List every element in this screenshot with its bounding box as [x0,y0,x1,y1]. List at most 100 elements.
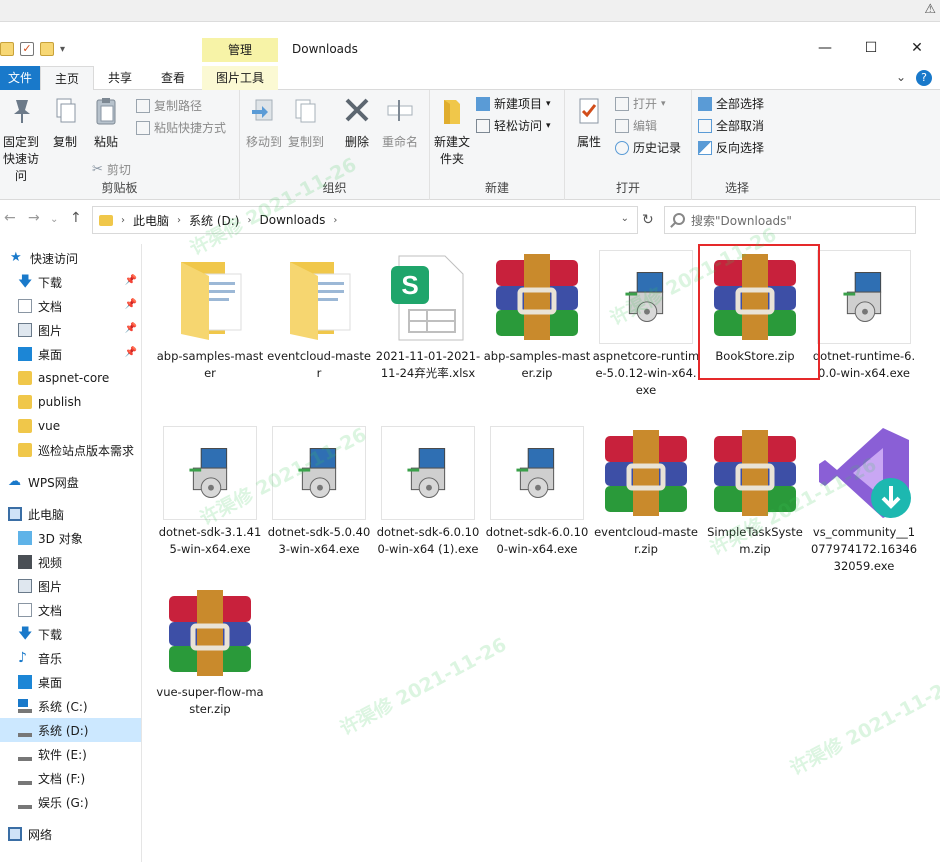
drive-icon [18,771,32,785]
copy-to-button[interactable]: 复制到 [288,96,324,151]
properties-button[interactable]: 属性 [571,96,607,151]
tab-view[interactable]: 查看 [146,66,200,90]
file-item[interactable]: S 2021-11-01-2021-11-24弃光率.xlsx [374,248,482,400]
tab-share[interactable]: 共享 [96,66,144,90]
breadcrumb-downloads[interactable]: Downloads [259,213,325,227]
file-item[interactable]: dotnet-sdk-3.1.415-win-x64.exe [156,424,264,576]
edit-button[interactable]: 编辑 [615,116,657,136]
history-icon [615,141,629,155]
nav-item-videos[interactable]: 视频 [0,550,141,574]
nav-item-downloads-pc[interactable]: 🡇 下载 [0,622,141,646]
customize-quick-access-icon[interactable]: ▾ [60,44,65,55]
installer-icon [843,272,882,322]
paste-button[interactable]: 粘贴 [88,96,124,151]
nav-item-drive-f[interactable]: 文档 (F:) [0,766,141,790]
file-item[interactable]: aspnetcore-runtime-5.0.12-win-x64.exe [592,248,700,400]
maximize-icon[interactable]: ☐ [848,34,894,62]
new-item-icon [476,97,490,111]
recent-locations-icon[interactable]: ⌄ [50,214,58,225]
forward-arrow-icon[interactable]: → [28,210,40,226]
minimize-icon[interactable]: — [802,34,848,62]
open-button[interactable]: 打开 ▾ [615,94,666,114]
pictures-icon [18,579,32,593]
folder-icon [18,395,32,409]
nav-item-3d[interactable]: 3D 对象 [0,526,141,550]
breadcrumb-separator-icon[interactable]: › [177,215,181,226]
tab-home[interactable]: 主页 [40,66,94,91]
file-item[interactable]: vue-super-flow-master.zip [156,584,264,736]
collapse-ribbon-icon[interactable]: ⌄ [896,70,906,86]
nav-item-label: vue [38,419,61,433]
breadcrumb-separator-icon[interactable]: › [121,215,125,226]
nav-network[interactable]: 网络 [0,822,141,846]
file-item[interactable]: eventcloud-master.zip [592,424,700,576]
nav-item-pictures[interactable]: 图片 📌 [0,318,141,342]
nav-quick-access[interactable]: ★ 快速访问 [0,246,141,270]
breadcrumb-this-pc[interactable]: 此电脑 [133,212,169,229]
nav-item-drive-d[interactable]: 系统 (D:) [0,718,141,742]
nav-item-desktop-pc[interactable]: 桌面 [0,670,141,694]
move-to-button[interactable]: 移动到 [246,96,282,151]
refresh-icon[interactable]: ↻ [642,212,654,228]
cut-button[interactable]: ✂ 剪切 [92,160,131,180]
tab-file[interactable]: 文件 [0,66,40,90]
up-arrow-icon[interactable]: ↑ [70,210,82,226]
paste-shortcut-button[interactable]: 粘贴快捷方式 [136,118,226,138]
winrar-icon [714,430,796,516]
file-item[interactable]: dotnet-sdk-5.0.403-win-x64.exe [265,424,373,576]
file-item[interactable]: dotnet-runtime-6.0.0-win-x64.exe [810,248,918,400]
properties-quick-icon[interactable]: ✓ [20,42,34,56]
rename-button[interactable]: 重命名 [378,96,422,151]
nav-item-publish[interactable]: publish [0,390,141,414]
file-item[interactable]: eventcloud-master [265,248,373,400]
nav-item-inspection[interactable]: 巡检站点版本需求 [0,438,141,462]
nav-item-desktop[interactable]: 桌面 📌 [0,342,141,366]
file-name: eventcloud-master.zip [594,525,698,556]
nav-item-aspnet-core[interactable]: aspnet-core [0,366,141,390]
context-tab-manage[interactable]: 管理 [202,38,278,62]
file-item[interactable]: abp-samples-master [156,248,264,400]
file-item[interactable]: abp-samples-master.zip [483,248,591,400]
nav-item-downloads[interactable]: 🡇 下载 📌 [0,270,141,294]
nav-this-pc[interactable]: 此电脑 [0,502,141,526]
address-dropdown-icon[interactable]: ⌄ [621,213,629,224]
nav-item-drive-c[interactable]: 系统 (C:) [0,694,141,718]
easy-access-button[interactable]: 轻松访问 ▾ [476,116,551,136]
help-icon[interactable]: ? [916,70,932,86]
close-icon[interactable]: ✕ [894,34,940,62]
nav-item-documents[interactable]: 文档 📌 [0,294,141,318]
breadcrumb-drive-d[interactable]: 系统 (D:) [189,212,239,229]
file-item[interactable]: dotnet-sdk-6.0.100-win-x64.exe [483,424,591,576]
nav-item-documents-pc[interactable]: 文档 [0,598,141,622]
invert-selection-button[interactable]: 反向选择 [698,138,764,158]
nav-wps-drive[interactable]: ☁ WPS网盘 [0,470,141,494]
address-row: ← → ⌄ ↑ › 此电脑 › 系统 (D:) › Downloads › ⌄ … [0,204,940,236]
select-all-button[interactable]: 全部选择 [698,94,764,114]
file-item[interactable]: SimpleTaskSystem.zip [701,424,809,576]
copy-path-label: 复制路径 [154,99,203,113]
file-item[interactable]: vs_community__1077974172.1634632059.exe [810,424,918,576]
nav-quick-access-label: 快速访问 [30,251,79,266]
file-item[interactable]: dotnet-sdk-6.0.100-win-x64 (1).exe [374,424,482,576]
nav-item-pictures-pc[interactable]: 图片 [0,574,141,598]
nav-item-drive-e[interactable]: 软件 (E:) [0,742,141,766]
pin-quick-access-button[interactable]: 固定到快速访问 [0,96,44,185]
select-none-button[interactable]: 全部取消 [698,116,764,136]
history-button[interactable]: 历史记录 [615,138,681,158]
breadcrumb-separator-icon[interactable]: › [333,215,337,226]
nav-item-drive-g[interactable]: 娱乐 (G:) [0,790,141,814]
new-item-button[interactable]: 新建项目 ▾ [476,94,551,114]
breadcrumb-separator-icon[interactable]: › [247,215,251,226]
address-bar[interactable]: › 此电脑 › 系统 (D:) › Downloads › ⌄ [92,206,638,234]
nav-item-vue[interactable]: vue [0,414,141,438]
back-arrow-icon[interactable]: ← [4,210,16,226]
new-folder-quick-icon[interactable] [40,42,54,56]
tab-picture-tools[interactable]: 图片工具 [202,66,278,90]
new-folder-button[interactable]: 新建文件夹 [432,96,472,168]
delete-button[interactable]: 删除 [340,96,374,151]
search-input[interactable]: 搜索"Downloads" [664,206,916,234]
copy-button[interactable]: 复制 [48,96,82,151]
select-all-label: 全部选择 [716,97,765,111]
copy-path-button[interactable]: 复制路径 [136,96,202,116]
nav-item-music[interactable]: ♪ 音乐 [0,646,141,670]
